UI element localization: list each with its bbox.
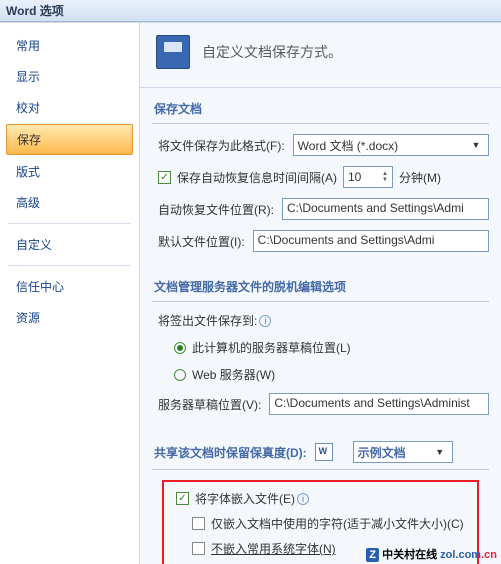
info-icon: i: [297, 493, 309, 505]
only-used-chars-label: 仅嵌入文档中使用的字符(适于减小文件大小)(C): [211, 515, 464, 532]
sidebar-item-resources[interactable]: 资源: [6, 303, 133, 332]
sidebar-item-customize[interactable]: 自定义: [6, 230, 133, 259]
radio-web-label: Web 服务器(W): [192, 366, 275, 383]
embed-fonts-checkbox[interactable]: ✓: [176, 492, 189, 505]
sidebar-item-display[interactable]: 显示: [6, 62, 133, 91]
sidebar-item-advanced[interactable]: 高级: [6, 188, 133, 217]
page-title: 自定义文档保存方式。: [202, 42, 342, 62]
content-pane: 自定义文档保存方式。 保存文档 将文件保存为此格式(F): Word 文档 (*…: [140, 23, 501, 564]
draft-path-input[interactable]: C:\Documents and Settings\Administ: [269, 393, 489, 415]
draft-path-label: 服务器草稿位置(V):: [158, 396, 261, 413]
auto-recover-minutes[interactable]: 10 ▲▼: [343, 166, 393, 188]
sidebar-separator: [8, 223, 131, 224]
fidelity-doc-name: 示例文档: [358, 444, 406, 461]
watermark: Z 中关村在线 zol.com.cn: [366, 546, 497, 562]
default-path-label: 默认文件位置(I):: [158, 233, 245, 250]
window-title: Word 选项: [0, 0, 501, 22]
format-value: Word 文档 (*.docx): [298, 137, 398, 154]
checkout-label: 将签出文件保存到:: [158, 312, 257, 329]
sidebar-item-layout[interactable]: 版式: [6, 157, 133, 186]
only-used-chars-checkbox[interactable]: [192, 517, 205, 530]
watermark-logo: Z: [366, 548, 379, 562]
radio-local-label: 此计算机的服务器草稿位置(L): [192, 339, 351, 356]
no-common-fonts-checkbox[interactable]: [192, 542, 205, 555]
no-common-fonts-label: 不嵌入常用系统字体(N): [211, 540, 336, 557]
format-combo[interactable]: Word 文档 (*.docx) ▼: [293, 134, 489, 156]
radio-web-server[interactable]: [174, 369, 186, 381]
section-fidelity: 共享该文档时保留保真度(D): 示例文档 ▼: [152, 437, 489, 470]
format-label: 将文件保存为此格式(F):: [158, 137, 285, 154]
sidebar-item-proof[interactable]: 校对: [6, 93, 133, 122]
document-icon: [315, 443, 333, 461]
chevron-down-icon: ▼: [468, 140, 484, 150]
spinner-icon[interactable]: ▲▼: [382, 171, 388, 183]
auto-recover-label: 保存自动恢复信息时间间隔(A): [177, 169, 337, 186]
section-offline-editing: 文档管理服务器文件的脱机编辑选项: [152, 274, 489, 302]
section-save-documents: 保存文档: [152, 96, 489, 124]
save-icon: [156, 35, 190, 69]
watermark-brand: 中关村在线: [382, 549, 437, 561]
sidebar-item-trust[interactable]: 信任中心: [6, 272, 133, 301]
radio-local-drafts[interactable]: [174, 342, 186, 354]
info-icon: i: [259, 315, 271, 327]
fidelity-title-text: 共享该文档时保留保真度(D):: [154, 444, 307, 461]
auto-recover-path-input[interactable]: C:\Documents and Settings\Admi: [282, 198, 489, 220]
minutes-label: 分钟(M): [399, 169, 441, 186]
auto-recover-path-label: 自动恢复文件位置(R):: [158, 201, 274, 218]
fidelity-doc-combo[interactable]: 示例文档 ▼: [353, 441, 453, 463]
auto-recover-checkbox[interactable]: ✓: [158, 171, 171, 184]
sidebar-separator: [8, 265, 131, 266]
embed-fonts-label: 将字体嵌入文件(E): [195, 490, 295, 507]
category-sidebar: 常用 显示 校对 保存 版式 高级 自定义 信任中心 资源: [0, 23, 140, 564]
watermark-tld: .cn: [481, 549, 497, 561]
sidebar-item-common[interactable]: 常用: [6, 31, 133, 60]
sidebar-item-save[interactable]: 保存: [6, 124, 133, 155]
default-path-input[interactable]: C:\Documents and Settings\Admi: [253, 230, 489, 252]
chevron-down-icon: ▼: [432, 447, 448, 457]
watermark-url: zol.com: [440, 549, 481, 561]
auto-recover-value: 10: [348, 170, 361, 184]
